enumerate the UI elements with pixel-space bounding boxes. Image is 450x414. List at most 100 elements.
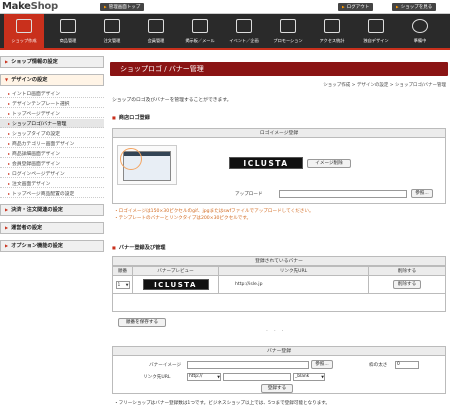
logo-image-panel: ロゴイメージ登録 ICLUSTA イメージ削除 アップロード 参照... xyxy=(112,128,446,204)
sidebar-item-login-design[interactable]: ログインページデザイン xyxy=(0,169,104,178)
link-url-field[interactable] xyxy=(223,373,291,381)
table-row: 1 ▼ ICLUSTA http://isle.jp 削除する xyxy=(112,275,446,294)
link-url-label: リンク先URL xyxy=(143,375,171,380)
nav-help[interactable]: 準備中 xyxy=(400,14,440,48)
nav-statistics[interactable]: アクセス統計 xyxy=(312,14,352,48)
border-width-field[interactable]: 0 xyxy=(395,361,419,369)
nav-shop-create[interactable]: ショップ作成 xyxy=(4,14,44,48)
col-order: 順番 xyxy=(112,266,133,276)
order-icon xyxy=(104,19,120,33)
sidebar-section-design[interactable]: ▼ デザインの設定 xyxy=(0,74,104,86)
event-icon xyxy=(236,19,252,33)
promotion-icon xyxy=(280,19,296,33)
logo-upload-field[interactable] xyxy=(279,190,407,198)
delete-image-button[interactable]: イメージ削除 xyxy=(307,159,351,168)
chevron-right-icon: ▶ xyxy=(5,59,9,64)
order-select-cell: 1 ▼ xyxy=(112,275,133,294)
logo-note-2: ・テンプレートのバナーとリンクタイプは200×30ピクセルです。 xyxy=(114,216,252,221)
banner-register-panel: バナー登録 バナーイメージ 参照... 枠の太さ 0 リンク先URL http:… xyxy=(112,346,446,394)
logo-shop-text: Shop xyxy=(30,1,58,12)
template-preview xyxy=(117,145,177,185)
logout-link[interactable]: ログアウト xyxy=(338,3,374,11)
nav-order[interactable]: 注文管理 xyxy=(92,14,132,48)
member-icon xyxy=(148,19,164,33)
nav-event[interactable]: イベント／企画 xyxy=(224,14,264,48)
breadcrumb: ショップ作成 > デザインの設定 > ショップロゴ/バナー管理 xyxy=(323,83,446,88)
nav-design[interactable]: 独自デザイン xyxy=(356,14,396,48)
logo-section-heading: 商店ロゴ登録 xyxy=(112,114,150,121)
chevron-right-icon: ▶ xyxy=(5,225,9,230)
sidebar-item-top-design[interactable]: トップページデザイン xyxy=(0,109,104,118)
chevron-right-icon: ▶ xyxy=(5,243,9,248)
sidebar-item-logo-banner[interactable]: ショップロゴ/バナー管理 xyxy=(0,119,104,128)
chevron-down-icon: ▼ xyxy=(125,282,129,287)
main-nav: ショップ作成 商品管理 注文管理 会員管理 掲示板／メール イベント／企画 プロ… xyxy=(0,14,450,50)
banner-table: 順番 バナープレビュー リンク先URL 削除する 1 ▼ ICLUSTA http… xyxy=(112,266,446,294)
logo-make-text: Make xyxy=(2,1,31,12)
sidebar-section-operator[interactable]: ▶ 運営者の設定 xyxy=(0,222,104,234)
col-delete: 削除する xyxy=(368,266,446,276)
sidebar-item-shop-type[interactable]: ショップタイプの設定 xyxy=(0,129,104,138)
register-button[interactable]: 登録する xyxy=(261,384,293,393)
protocol-select[interactable]: http://▼ xyxy=(187,373,221,381)
nav-member[interactable]: 会員管理 xyxy=(136,14,176,48)
banner-register-title: バナー登録 xyxy=(113,347,445,356)
banner-footer-note: ・フリーショップはバナー登録数は1つです。ビジネスショップ以上では、5つまで登録… xyxy=(114,401,331,406)
sidebar-item-intro-design[interactable]: イントロ画面デザイン xyxy=(0,89,104,98)
nav-board-mail[interactable]: 掲示板／メール xyxy=(180,14,220,48)
current-logo-image: ICLUSTA xyxy=(229,157,303,169)
main-content: ショップロゴ / バナー管理 ショップ作成 > デザインの設定 > ショップロゴ… xyxy=(110,56,448,414)
top-bar: MakeShop 管理画面トップ ログアウト ショップを見る xyxy=(0,0,450,14)
col-preview: バナープレビュー xyxy=(132,266,219,276)
chevron-down-icon: ▼ xyxy=(217,375,220,379)
nav-product[interactable]: 商品管理 xyxy=(48,14,88,48)
statistics-icon xyxy=(324,19,340,33)
target-select[interactable]: _blank ▼ xyxy=(293,373,325,381)
nav-promotion[interactable]: プロモーション xyxy=(268,14,308,48)
banner-browse-button[interactable]: 参照... xyxy=(311,360,333,369)
chevron-down-icon: ▼ xyxy=(321,375,324,379)
sidebar-item-template[interactable]: デザインテンプレート選択 xyxy=(0,99,104,108)
banner-preview-image: ICLUSTA xyxy=(142,279,209,290)
view-shop-link[interactable]: ショップを見る xyxy=(392,3,437,11)
divider-dots: · · · xyxy=(266,328,286,335)
banner-table-header: 順番 バナープレビュー リンク先URL 削除する xyxy=(112,266,446,276)
sidebar-item-member-register[interactable]: 会員登録画面デザイン xyxy=(0,159,104,168)
sidebar-item-product-detail[interactable]: 商品詳細画面デザイン xyxy=(0,149,104,158)
sidebar-item-top-product-layout[interactable]: トップページ商品配置の設定 xyxy=(0,189,104,198)
sidebar-item-category-design[interactable]: 商品カテゴリー画面デザイン xyxy=(0,139,104,148)
banner-list-title: 登録されているバナー xyxy=(113,257,445,266)
border-width-label: 枠の太さ xyxy=(369,363,388,368)
page-description: ショップのロゴ及びバナーを管理することができます。 xyxy=(112,98,232,103)
save-order-button[interactable]: 順番を保存する xyxy=(118,318,166,327)
app-logo[interactable]: MakeShop xyxy=(2,1,58,12)
chevron-down-icon: ▼ xyxy=(5,77,9,82)
page-title: ショップロゴ / バナー管理 xyxy=(110,62,448,76)
sidebar-section-options[interactable]: ▶ オプション機能の設定 xyxy=(0,240,104,252)
upload-label: アップロード xyxy=(235,192,263,197)
col-url: リンク先URL xyxy=(218,266,369,276)
banner-url-link[interactable]: http://isle.jp xyxy=(235,282,263,287)
design-icon xyxy=(368,19,384,33)
logo-browse-button[interactable]: 参照... xyxy=(411,189,433,198)
highlight-circle xyxy=(120,148,142,170)
help-icon xyxy=(412,19,428,33)
board-mail-icon xyxy=(192,19,208,33)
sidebar-item-order-design[interactable]: 注文画面デザイン xyxy=(0,179,104,188)
banner-image-label: バナーイメージ xyxy=(149,363,182,368)
banner-delete-button[interactable]: 削除する xyxy=(392,280,422,289)
banner-image-field[interactable] xyxy=(187,361,309,369)
sidebar-section-shop-info[interactable]: ▶ ショップ情報の設定 xyxy=(0,56,104,68)
banner-delete-cell: 削除する xyxy=(368,275,446,294)
admin-top-link[interactable]: 管理画面トップ xyxy=(100,3,145,11)
logo-note-1: ・ロゴイメージは150×30ピクセルのgif、jpgまたはswfファイルでアップ… xyxy=(114,209,314,214)
chevron-right-icon: ▶ xyxy=(5,207,9,212)
order-select[interactable]: 1 ▼ xyxy=(115,280,130,289)
product-icon xyxy=(60,19,76,33)
sidebar: ▶ショップ情報の設定 ▼デザインの設定 イントロ画面デザイン デザインテンプレー… xyxy=(0,52,106,414)
banner-url-cell: http://isle.jp xyxy=(218,275,369,294)
sidebar-section-payment[interactable]: ▶ 決済・注文関連の設定 xyxy=(0,204,104,216)
banner-preview-cell: ICLUSTA xyxy=(132,275,219,294)
banner-section-heading: バナー登録及び管理 xyxy=(112,244,166,251)
logo-panel-title: ロゴイメージ登録 xyxy=(113,129,445,138)
